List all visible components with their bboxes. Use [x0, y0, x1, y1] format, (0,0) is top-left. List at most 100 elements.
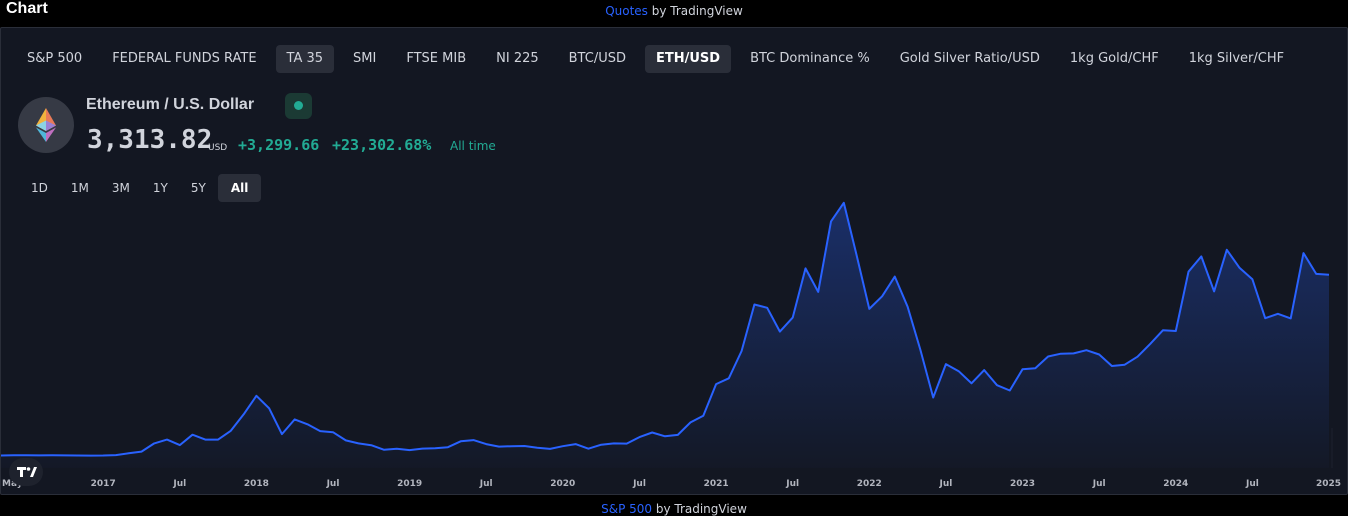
data-point — [128, 452, 130, 454]
data-point — [230, 430, 232, 432]
range-all[interactable]: All — [217, 174, 262, 202]
data-point — [370, 444, 372, 446]
data-point — [358, 442, 360, 444]
data-point — [651, 432, 653, 434]
data-point — [766, 307, 768, 309]
data-point — [1328, 274, 1330, 276]
data-point — [983, 369, 985, 371]
data-point — [421, 448, 423, 450]
tab-ni225[interactable]: NI 225 — [485, 45, 550, 73]
data-point — [1085, 349, 1087, 351]
data-point — [1009, 390, 1011, 392]
last-price: 3,313.82 — [87, 125, 213, 155]
x-tick-label: 2018 — [244, 479, 269, 489]
tab-btc-usd[interactable]: BTC/USD — [558, 45, 637, 73]
data-point — [1175, 330, 1177, 332]
x-tick-label: Jul — [326, 479, 340, 489]
tab-ftse-mib[interactable]: FTSE MIB — [395, 45, 477, 73]
data-point — [460, 440, 462, 442]
data-point — [498, 446, 500, 448]
data-point — [1098, 354, 1100, 356]
x-tick-label: 2021 — [704, 479, 729, 489]
data-point — [549, 448, 551, 450]
data-point — [115, 454, 117, 456]
range-1d[interactable]: 1D — [20, 174, 59, 202]
data-point — [779, 331, 781, 333]
x-tick-label: Jul — [938, 479, 952, 489]
data-point — [894, 276, 896, 278]
range-1y[interactable]: 1Y — [142, 174, 179, 202]
data-point — [1149, 343, 1151, 345]
chart-widget: May 2017 Jul 2018 Jul 2019 Jul 2020 Jul 2021 Jul 20… — [0, 27, 1348, 495]
x-tick-label: 2022 — [857, 479, 882, 489]
data-point — [307, 423, 309, 425]
tab-gold-chf[interactable]: 1kg Gold/CHF — [1059, 45, 1170, 73]
tab-eth-usd[interactable]: ETH/USD — [644, 45, 732, 73]
x-tick-label: 2020 — [550, 479, 575, 489]
data-point — [396, 448, 398, 450]
data-point — [141, 451, 143, 453]
data-point — [38, 454, 40, 456]
data-point — [830, 220, 832, 222]
tab-gold-silver-ratio[interactable]: Gold Silver Ratio/USD — [889, 45, 1051, 73]
tab-smi[interactable]: SMI — [342, 45, 387, 73]
x-tick-label: Jul — [632, 479, 646, 489]
ethereum-icon — [18, 97, 74, 153]
data-point — [613, 442, 615, 444]
data-point — [1213, 290, 1215, 292]
tab-silver-chf[interactable]: 1kg Silver/CHF — [1178, 45, 1295, 73]
price-area-fill — [1, 202, 1329, 469]
range-1m[interactable]: 1M — [60, 174, 100, 202]
data-point — [1200, 255, 1202, 257]
data-point — [243, 413, 245, 415]
data-point — [332, 431, 334, 433]
data-point — [217, 439, 219, 441]
sp500-link[interactable]: S&P 500 — [601, 502, 652, 516]
tradingview-logo-icon[interactable] — [9, 458, 43, 486]
attribution-bottom-text: by TradingView — [652, 502, 747, 516]
data-point — [1290, 317, 1292, 319]
data-point — [1315, 273, 1317, 275]
x-tick-label: Jul — [785, 479, 799, 489]
x-tick-label: 2017 — [91, 479, 116, 489]
data-point — [1034, 367, 1036, 369]
symbol-name: Ethereum / U.S. Dollar — [86, 96, 255, 113]
data-point — [268, 407, 270, 409]
data-point — [728, 377, 730, 379]
data-point — [575, 443, 577, 445]
data-point — [1239, 267, 1241, 269]
data-point — [600, 444, 602, 446]
data-point — [562, 445, 564, 447]
range-3m[interactable]: 3M — [101, 174, 141, 202]
quotes-link[interactable]: Quotes — [605, 4, 648, 18]
tab-sp500[interactable]: S&P 500 — [16, 45, 93, 73]
data-point — [255, 395, 257, 397]
tab-ta35[interactable]: TA 35 — [275, 45, 335, 73]
data-point — [868, 308, 870, 310]
data-point — [958, 370, 960, 372]
data-point — [153, 442, 155, 444]
data-point — [166, 439, 168, 441]
data-point — [1251, 278, 1253, 280]
tab-federal-funds-rate[interactable]: FEDERAL FUNDS RATE — [101, 45, 267, 73]
data-point — [447, 446, 449, 448]
data-point — [204, 439, 206, 441]
data-point — [383, 449, 385, 451]
tab-btc-dominance[interactable]: BTC Dominance % — [739, 45, 881, 73]
data-point — [485, 443, 487, 445]
data-point — [843, 202, 845, 204]
data-point — [1226, 249, 1228, 251]
data-point — [1124, 364, 1126, 366]
data-point — [639, 436, 641, 438]
range-5y[interactable]: 5Y — [180, 174, 217, 202]
attribution-top: Quotes by TradingView — [0, 4, 1348, 18]
data-point — [64, 454, 66, 456]
data-point — [792, 317, 794, 319]
x-tick-label: Jul — [172, 479, 186, 489]
data-point — [179, 444, 181, 446]
data-point — [89, 455, 91, 457]
data-point — [281, 433, 283, 435]
data-point — [77, 455, 79, 457]
data-point — [434, 447, 436, 449]
data-point — [473, 439, 475, 441]
